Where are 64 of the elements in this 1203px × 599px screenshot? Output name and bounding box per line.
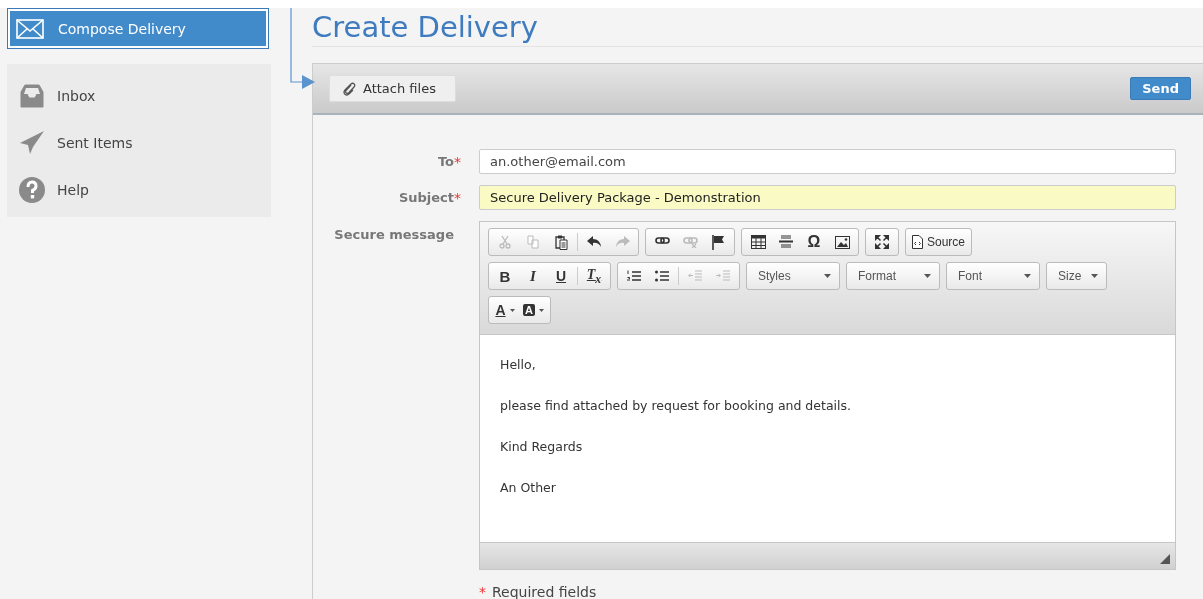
input-field[interactable]: Secure Delivery Package - Demonstration xyxy=(479,185,1176,210)
input-field[interactable]: an.other@email.com xyxy=(479,149,1176,174)
dropdown-label: Format xyxy=(858,269,896,283)
dropdown[interactable]: Format xyxy=(846,262,940,290)
dropdown-label: Font xyxy=(958,269,982,283)
remove-format-button[interactable]: T$_{x}$ xyxy=(580,264,608,288)
copy-icon xyxy=(526,235,540,249)
help-icon xyxy=(18,175,46,204)
dropdown[interactable]: Styles xyxy=(746,262,840,290)
image-icon xyxy=(834,235,850,249)
caret-icon xyxy=(538,308,544,312)
envelope-icon xyxy=(16,18,44,39)
indent-icon xyxy=(716,270,730,282)
bulleted-list-icon xyxy=(655,270,669,282)
dropdown[interactable]: Font xyxy=(946,262,1040,290)
bold-button[interactable]: B xyxy=(491,264,519,288)
clipboard-icon xyxy=(554,234,568,250)
sidebar-item[interactable]: Inbox xyxy=(7,72,271,119)
required-fields-note: Required fields xyxy=(492,584,597,599)
outdent-icon xyxy=(688,270,702,282)
page-title: Create Delivery xyxy=(312,8,1203,47)
resize-handle-icon[interactable] xyxy=(1160,554,1170,564)
table-icon xyxy=(750,235,766,249)
message-paragraph: Kind Regards xyxy=(500,439,584,455)
message-paragraph: Hello, xyxy=(500,357,537,373)
dropdown[interactable]: Size xyxy=(1046,262,1108,290)
message-paragraph: An Other xyxy=(500,480,557,496)
field-label: Subject xyxy=(397,190,454,205)
background-color-button[interactable]: A xyxy=(519,298,548,322)
message-paragraph: please find attached by request for booking and details. xyxy=(500,398,852,414)
special-character-button[interactable]: Ω xyxy=(800,230,828,254)
send-button[interactable]: Send xyxy=(1130,77,1191,100)
numbered-list-icon xyxy=(627,270,641,282)
caret-icon xyxy=(1091,274,1099,278)
required-mark: * xyxy=(479,584,486,599)
required-mark: * xyxy=(454,189,462,206)
compose-delivery-button[interactable]: Compose Delivery xyxy=(7,8,269,49)
undo-icon xyxy=(586,236,602,248)
unlink-icon xyxy=(682,236,698,248)
caret-icon xyxy=(509,308,515,312)
source-button[interactable]: Source xyxy=(908,230,970,254)
underline-button[interactable]: U xyxy=(547,264,575,288)
sidebar-item[interactable]: Sent Items xyxy=(7,119,271,166)
redo-icon xyxy=(614,236,630,248)
sidebar-item[interactable]: Help xyxy=(7,166,271,213)
caret-icon xyxy=(824,274,831,278)
italic-button[interactable]: I xyxy=(519,264,547,288)
dropdown-label: Size xyxy=(1058,269,1082,283)
caret-icon xyxy=(1024,274,1031,278)
text-color-button[interactable]: A xyxy=(491,298,519,322)
flag-icon xyxy=(711,234,725,250)
dropdown-label: Styles xyxy=(758,269,791,283)
inbox-tray-icon xyxy=(18,81,46,110)
message-body[interactable]: Hello, please find attached by request for booking and details. Kind Regards An Other xyxy=(480,335,1175,542)
horizontal-line-icon xyxy=(779,235,793,249)
document-icon xyxy=(912,235,923,249)
maximize-icon xyxy=(875,235,889,249)
required-mark: * xyxy=(454,153,462,170)
attach-files-button[interactable]: Attach files xyxy=(329,75,456,102)
field-label: To xyxy=(436,154,454,169)
scissors-icon xyxy=(498,235,512,249)
field-label: Secure message xyxy=(333,226,454,242)
caret-icon xyxy=(924,274,931,278)
paperclip-icon xyxy=(342,81,356,96)
